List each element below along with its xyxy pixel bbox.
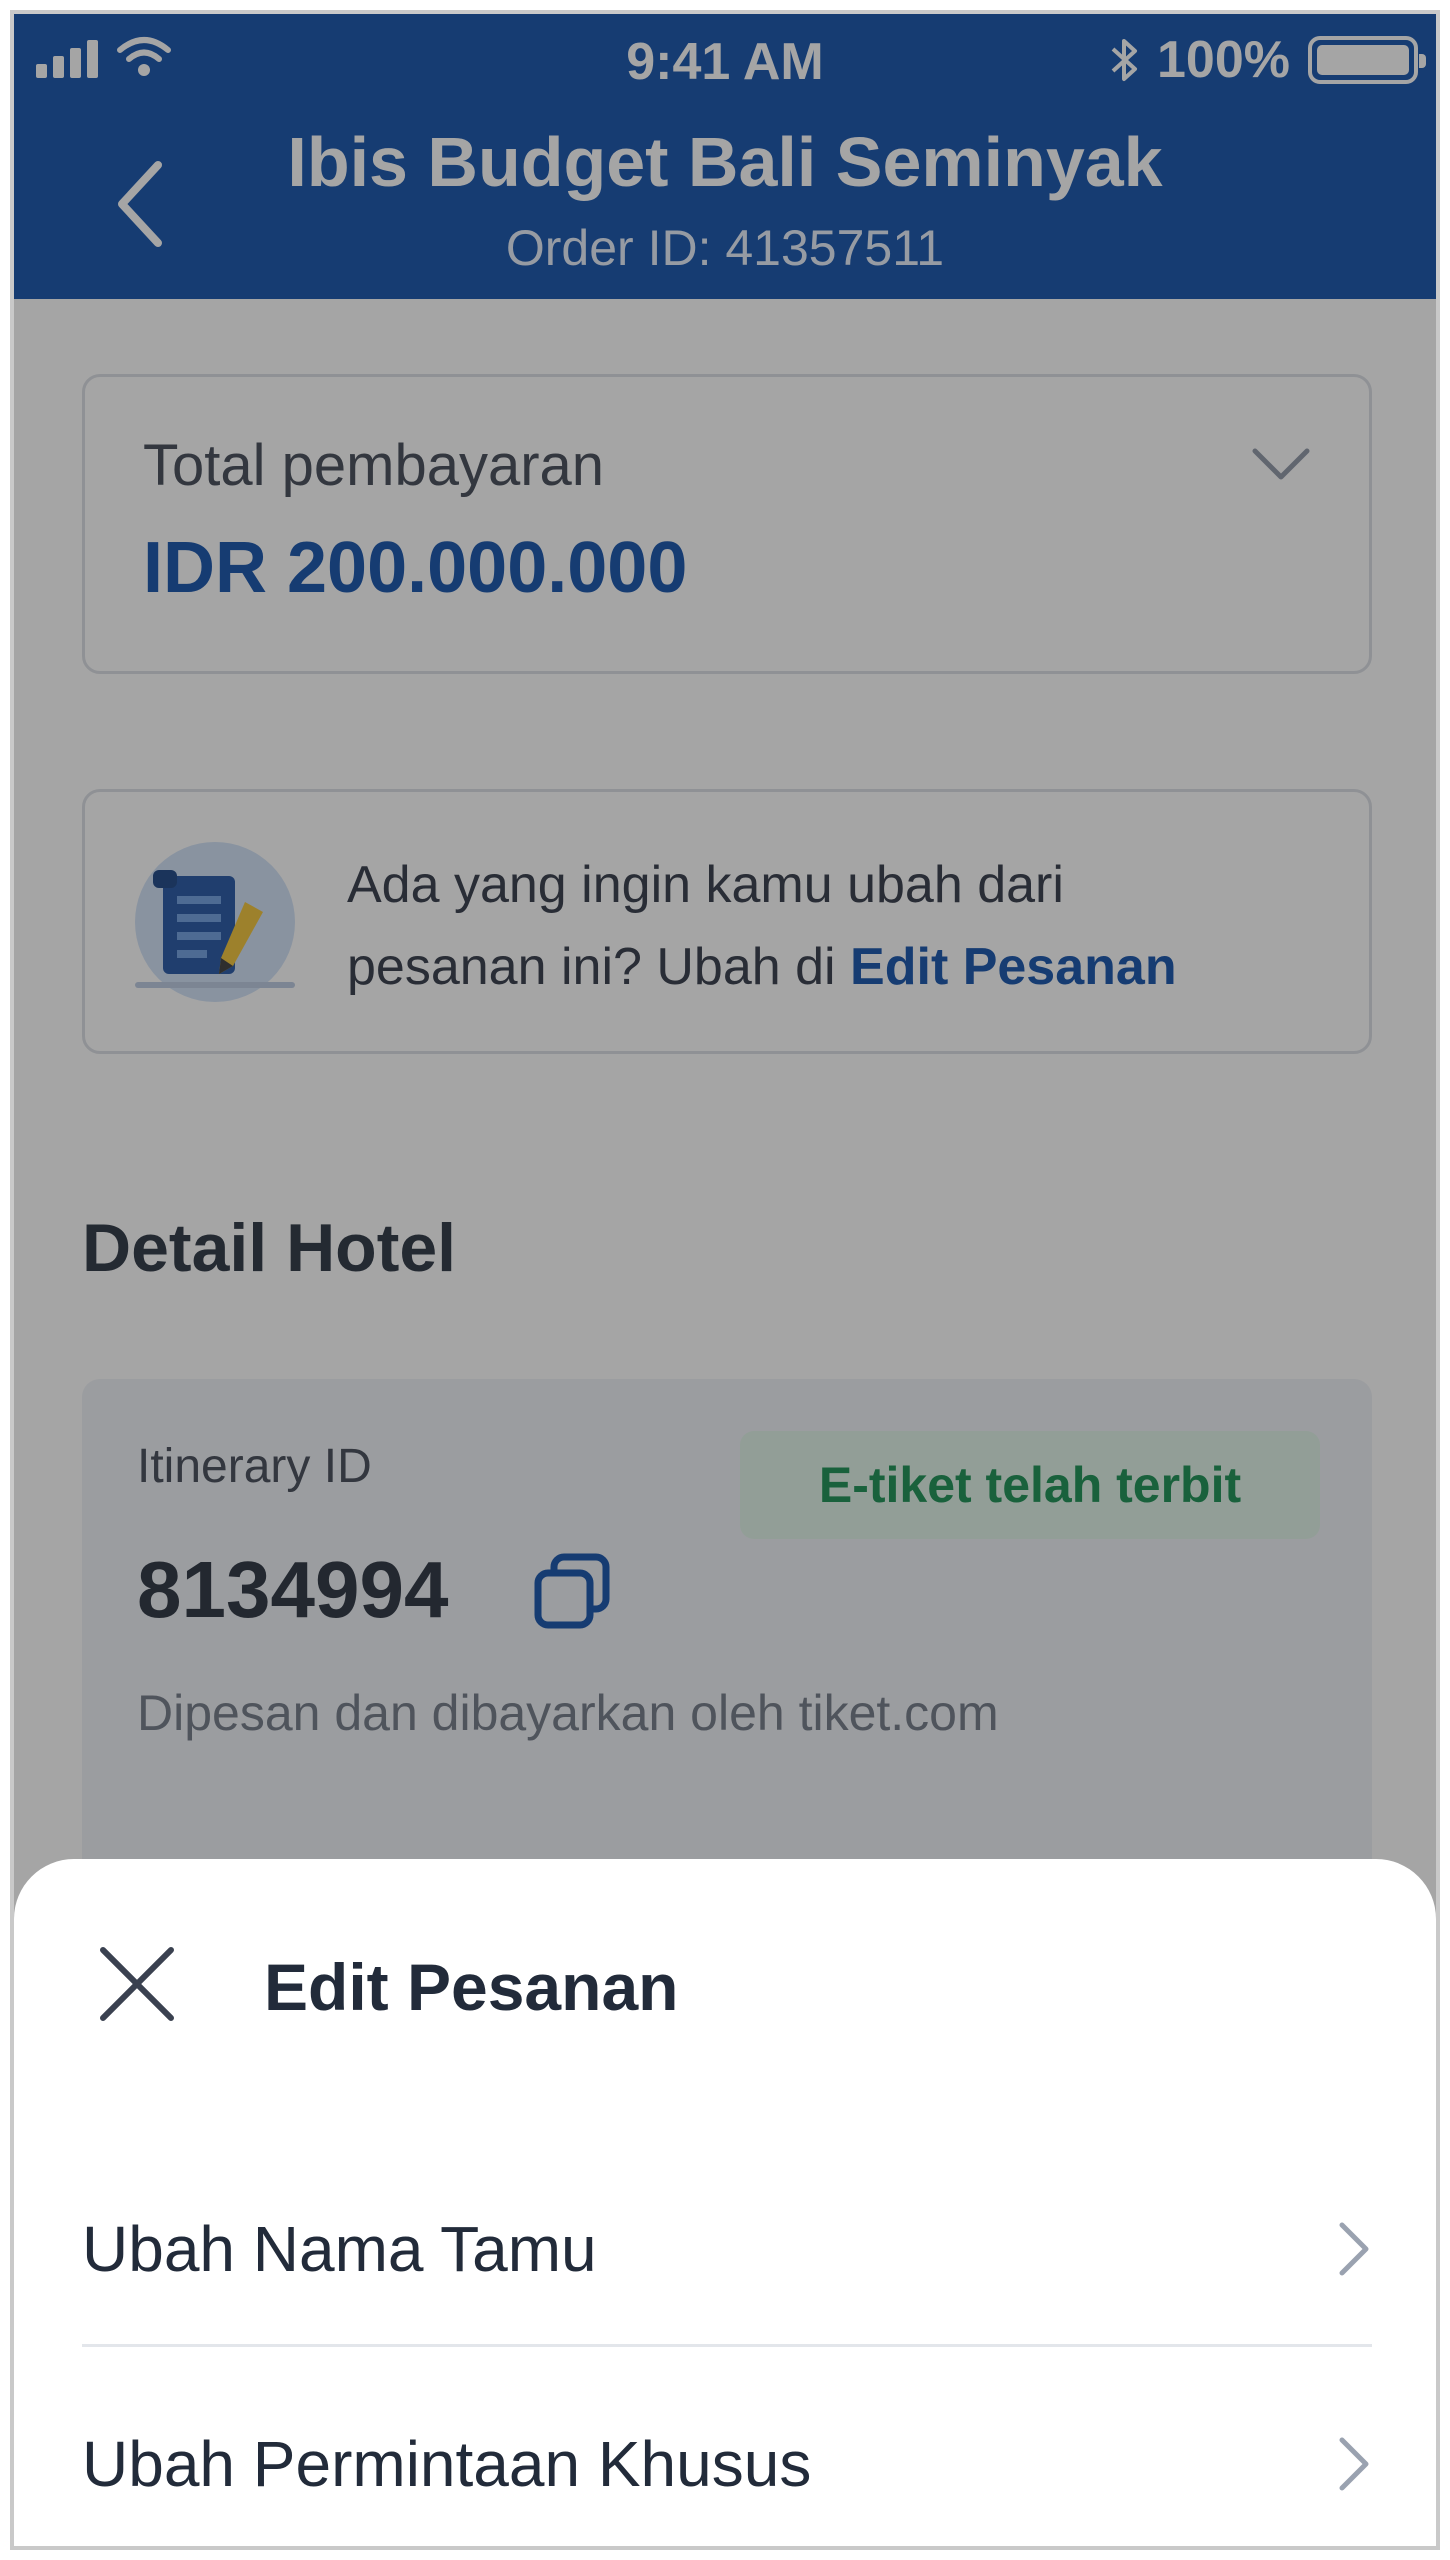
sheet-title: Edit Pesanan bbox=[264, 1950, 679, 2024]
change-special-request-item[interactable]: Ubah Permintaan Khusus bbox=[82, 2359, 1372, 2546]
change-guest-name-label: Ubah Nama Tamu bbox=[82, 2213, 597, 2285]
change-guest-name-item[interactable]: Ubah Nama Tamu bbox=[82, 2144, 1372, 2354]
change-special-request-label: Ubah Permintaan Khusus bbox=[82, 2428, 812, 2500]
sheet-divider bbox=[82, 2344, 1372, 2347]
chevron-right-icon bbox=[1339, 2437, 1369, 2491]
close-button[interactable] bbox=[92, 1939, 182, 2029]
app-screen: 9:41 AM 100% Ibis Budget Bali Seminyak O… bbox=[10, 10, 1440, 2550]
chevron-right-icon bbox=[1339, 2222, 1369, 2276]
close-icon bbox=[100, 1947, 174, 2021]
